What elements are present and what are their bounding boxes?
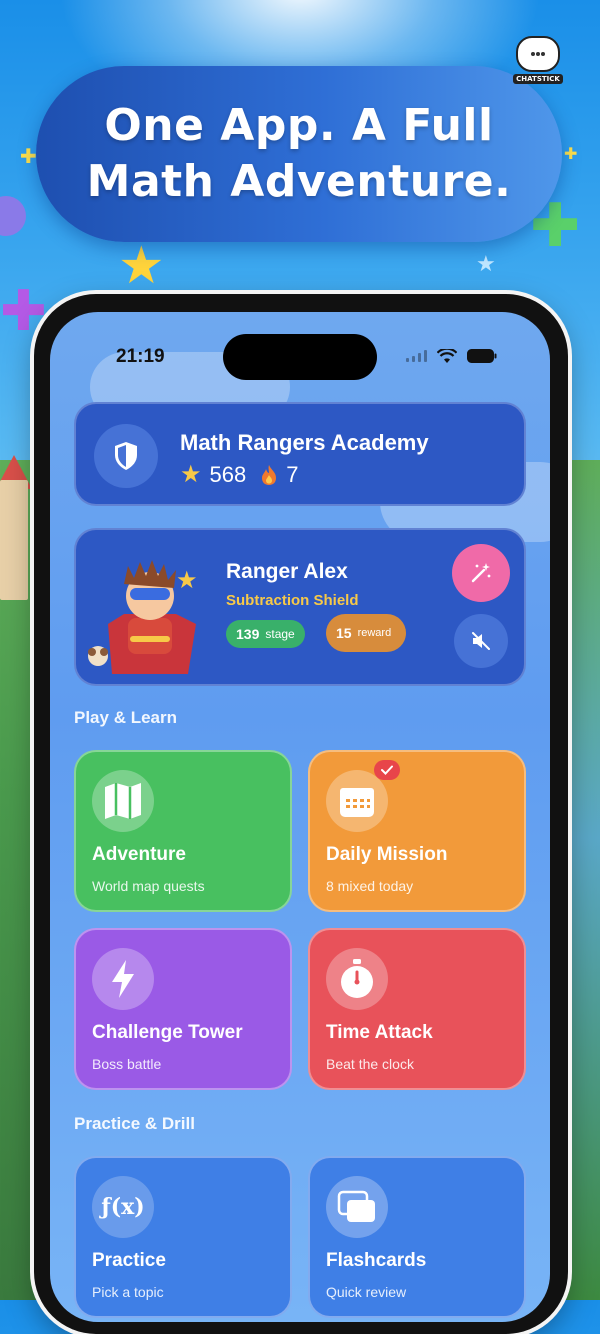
reward-badge: 15 reward (326, 614, 406, 652)
small-plus-decoration: ✚ (20, 144, 37, 168)
reward-label: reward (357, 627, 392, 639)
headline-line-1: One App. A Full (104, 100, 494, 151)
mute-button[interactable] (454, 614, 508, 668)
tile-subtitle: Beat the clock (326, 1056, 414, 1072)
tile-adventure[interactable]: Adventure World map quests (74, 750, 292, 912)
section-title-play: Play & Learn (74, 708, 177, 727)
academy-stats: ★ 568 7 (180, 460, 298, 489)
signal-icon (406, 350, 427, 362)
tile-practice[interactable]: ƒ(x) Practice Pick a topic (74, 1156, 292, 1318)
streak-count: 7 (286, 461, 299, 487)
avatar: ★ (84, 544, 214, 674)
tile-title: Daily Mission (326, 844, 448, 865)
academy-name: Math Rangers Academy (180, 430, 429, 455)
status-time: 21:19 (116, 346, 165, 367)
lightning-icon (92, 948, 154, 1010)
chat-bubble-icon (516, 36, 560, 72)
speaker-muted-icon (472, 632, 490, 650)
brand-logo: CHATSTICK (510, 36, 566, 86)
tile-challenge-tower[interactable]: Challenge Tower Boss battle (74, 928, 292, 1090)
tile-subtitle: 8 mixed today (326, 878, 414, 894)
calendar-icon (326, 770, 388, 832)
tile-subtitle: World map quests (92, 878, 205, 894)
cards-icon (326, 1176, 388, 1238)
shield-icon (94, 424, 158, 488)
brand-name: CHATSTICK (513, 74, 563, 84)
stopwatch-icon (326, 948, 388, 1010)
completed-checkmark-icon (374, 760, 400, 780)
small-plus-decoration-right: ✚ (564, 144, 578, 163)
tile-subtitle: Quick review (326, 1284, 407, 1300)
flame-icon (262, 464, 277, 485)
magic-wand-icon (471, 563, 491, 583)
stage-label: stage (265, 627, 295, 641)
tile-title: Practice (92, 1250, 166, 1271)
castle-decoration (0, 480, 28, 600)
stage-count: 139 (236, 626, 260, 642)
svg-text:★: ★ (176, 566, 198, 594)
tile-title: Challenge Tower (92, 1022, 243, 1043)
function-icon: ƒ(x) (92, 1176, 154, 1238)
function-symbol: ƒ(x) (101, 1194, 145, 1220)
stage-badge: 139 stage (226, 620, 305, 648)
tile-daily-mission[interactable]: Daily Mission 8 mixed today (308, 750, 526, 912)
tile-subtitle: Boss battle (92, 1056, 162, 1072)
dynamic-island (223, 334, 377, 380)
tile-title: Adventure (92, 844, 186, 865)
small-star-decoration: ★ (476, 252, 496, 277)
tile-flashcards[interactable]: Flashcards Quick review (308, 1156, 526, 1318)
headline-banner: One App. A Full Math Adventure. (36, 66, 562, 242)
tile-title: Flashcards (326, 1250, 427, 1271)
tile-time-attack[interactable]: Time Attack Beat the clock (308, 928, 526, 1090)
ranger-name: Ranger Alex (226, 560, 348, 583)
star-count: 568 (209, 461, 247, 487)
phone-screen: 21:19 Math Rangers Academy ★ 568 7 ★ Ran… (50, 312, 550, 1322)
ranger-title: Subtraction Shield (226, 592, 359, 609)
ranger-card[interactable]: ★ Ranger Alex Subtraction Shield 139 sta… (74, 528, 526, 686)
status-icons (406, 348, 497, 364)
tile-subtitle: Pick a topic (92, 1284, 164, 1300)
headline-line-2: Math Adventure. (86, 156, 512, 207)
academy-card[interactable]: Math Rangers Academy ★ 568 7 (74, 402, 526, 506)
tile-title: Time Attack (326, 1022, 433, 1043)
map-icon (92, 770, 154, 832)
battery-icon (467, 349, 497, 363)
magic-wand-button[interactable] (452, 544, 510, 602)
section-title-practice: Practice & Drill (74, 1114, 195, 1133)
star-icon: ★ (180, 461, 202, 488)
yellow-star-decoration: ★ (118, 236, 165, 296)
wifi-icon (437, 348, 457, 363)
reward-count: 15 (336, 625, 352, 641)
